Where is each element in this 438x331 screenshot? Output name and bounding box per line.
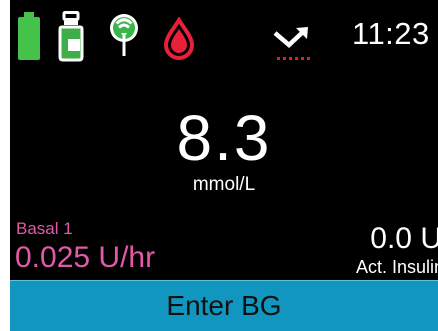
blood-drop-icon [163, 17, 195, 60]
insulin-reservoir-icon [58, 11, 84, 62]
battery-icon [18, 12, 40, 60]
clock-time: 11:23 [352, 16, 430, 51]
active-insulin-value: 0.0 U [370, 222, 438, 255]
glucose-value: 8.3 [176, 102, 272, 174]
basal-rate: 0.025 U/hr [15, 241, 156, 274]
status-bar: 11:23 [10, 0, 438, 72]
active-insulin-label: Act. Insulin [355, 257, 438, 277]
glucose-reading: 8.3 mmol/L [10, 100, 438, 196]
pump-screen: 11:23 8.3 mmol/L Basal 1 0.025 U/hr 0.0 … [10, 0, 438, 331]
basal-program-name: Basal 1 [16, 219, 73, 238]
enter-bg-button[interactable]: Enter BG [10, 280, 438, 331]
glucose-unit: mmol/L [192, 174, 256, 195]
sensor-signal-icon [110, 14, 138, 56]
trend-arrow-icon [273, 27, 310, 60]
